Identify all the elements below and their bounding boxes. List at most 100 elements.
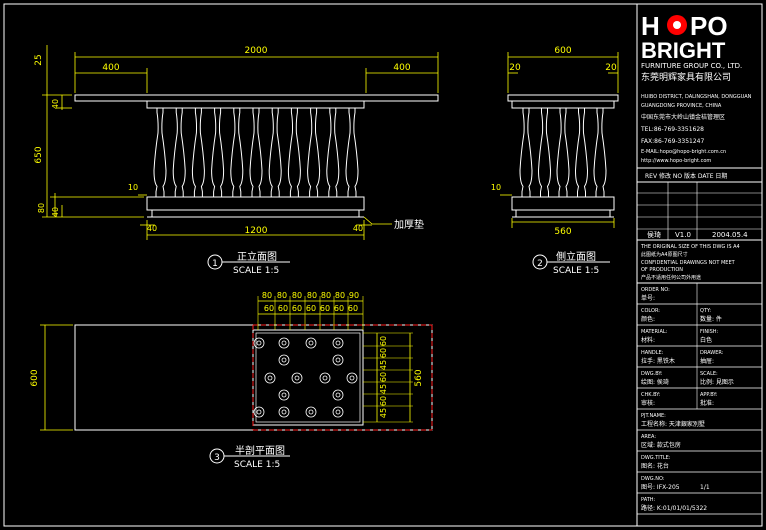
company-info-6: http://www.hopo-bright.com: [641, 158, 711, 164]
title-field-right-en: QTY:: [700, 308, 711, 314]
revision-header: REV 修改 NO 版本 DATE 日期: [645, 172, 727, 180]
dim-plan-right-0: 60: [379, 336, 388, 346]
title-field-en: HANDLE:: [641, 350, 664, 356]
logo-cn-name: 东莞明辉家具有限公司: [641, 71, 731, 83]
dim-side-10: 10: [491, 183, 501, 192]
dim-front-overall: 2000: [245, 46, 268, 56]
note-3: OF PRODUCTION: [641, 267, 683, 273]
dim-plan-top-6: 90: [349, 291, 359, 300]
company-info-2: 中国东莞市大岭山镇金桔管理区: [641, 113, 725, 121]
dim-plan-top-2: 80: [292, 291, 302, 300]
dim-front-right-offset: 400: [393, 63, 410, 73]
view-label-side-number: 2: [537, 259, 543, 269]
note-0: THE ORIGINAL SIZE OF THIS DWG IS A4: [640, 244, 740, 250]
title-field-right-cn: 批准:: [700, 399, 714, 407]
title-field-cn: 单号:: [641, 294, 655, 302]
cad-drawing-canvas: 2000 400 400 25 650 40 80 40 10 1200 40 …: [0, 0, 766, 530]
title-field-right-en: APP.BY:: [700, 392, 718, 398]
dim-front-left-offset: 400: [102, 63, 119, 73]
dim-front-base: 1200: [245, 226, 268, 236]
revision-name: 侯琦: [647, 230, 661, 239]
title-field-en: AREA:: [641, 434, 656, 440]
company-info-1: GUANGDONG PROVINCE, CHINA: [641, 103, 722, 109]
dim-front-10: 10: [128, 183, 138, 192]
dim-plan-right-5: 60: [379, 396, 388, 406]
dim-plan-right-1: 60: [379, 348, 388, 358]
dim-side-base: 560: [554, 227, 571, 237]
title-field-right-en: SCALE:: [700, 371, 718, 377]
title-field-en: ORDER NO:: [641, 287, 670, 293]
revision-version: V1.0: [675, 231, 691, 239]
dim-side-overall: 600: [554, 46, 571, 56]
dim-plan-right-6: 45: [379, 408, 388, 418]
dim-plan-second-5: 60: [334, 304, 344, 313]
view-label-plan-number: 3: [214, 453, 220, 463]
company-info-3: TEL:86-769-3351628: [640, 126, 704, 133]
dim-plan-second-0: 60: [264, 304, 274, 313]
view-label-front-number: 1: [212, 259, 218, 269]
dim-front-top-left: 25: [34, 54, 44, 65]
dim-plan-top-1: 80: [277, 291, 287, 300]
dim-side-left: 20: [509, 63, 521, 73]
title-field-right-cn: 白色: [700, 336, 712, 344]
view-label-plan-title: 半剖平面图: [235, 444, 285, 457]
title-field-en: CHK.BY:: [641, 392, 661, 398]
title-field-cn: 图名: 花台: [641, 462, 669, 470]
dim-front-top-40: 40: [51, 99, 60, 109]
dim-plan-second-2: 60: [292, 304, 302, 313]
logo-group-line: FURNITURE GROUP CO., LTD.: [641, 62, 742, 70]
dim-front-bottom-40: 40: [51, 207, 60, 217]
view-label-plan-scale: SCALE 1:5: [234, 460, 280, 470]
title-field-cn: 审核:: [641, 399, 655, 407]
dim-plan-second-1: 60: [278, 304, 288, 313]
title-field-cn: 路径: K:01/01/01/5322: [641, 504, 707, 512]
logo-line-2: BRIGHT: [641, 38, 726, 63]
title-field-en: COLOR:: [641, 308, 660, 314]
note-4: 产品不适用任何公司外用途: [641, 274, 701, 281]
logo-letter-h: H: [641, 11, 660, 41]
view-label-side-title: 側立面图: [556, 250, 596, 263]
dim-plan-second-6: 60: [348, 304, 358, 313]
title-field-cn: 材料:: [641, 336, 655, 344]
title-field-cn: 拉手: 黑铁木: [641, 357, 675, 365]
dim-plan-second-3: 60: [306, 304, 316, 313]
company-info-0: HUIBO DISTRICT, DALINGSHAN, DONGGUAN: [641, 94, 752, 100]
company-info-5: E-MAIL:hopo@hopo-bright.com.cn: [641, 149, 726, 155]
view-label-side-scale: SCALE 1:5: [553, 266, 599, 276]
title-field-en: DWG.BY:: [641, 371, 663, 377]
dim-plan-second-4: 60: [320, 304, 330, 313]
note-1: 此图纸为A4原图尺寸: [641, 251, 688, 258]
title-field-en: DWG.NO:: [641, 476, 665, 482]
title-field-right-cn: 数量: 件: [700, 315, 722, 323]
note-2: CONFIDENTIAL DRAWINGS NOT MEET: [641, 260, 736, 266]
dim-side-right: 20: [605, 63, 617, 73]
title-field-right-cn: 1/1: [700, 484, 710, 491]
logo-letters-po: PO: [690, 11, 728, 41]
dim-plan-top-4: 80: [321, 291, 331, 300]
dim-plan-right-4: 45: [379, 384, 388, 394]
title-field-right-en: DRAWER:: [700, 350, 724, 356]
dim-front-bottom-80: 80: [37, 203, 46, 213]
dim-plan-inner: 560: [414, 369, 424, 386]
front-callout-label: 加厚垫: [394, 218, 424, 231]
view-label-front-scale: SCALE 1:5: [233, 266, 279, 276]
dim-front-base-right: 40: [353, 224, 363, 233]
title-field-en: MATERIAL:: [641, 329, 668, 335]
dim-plan-depth: 600: [30, 369, 40, 386]
title-field-cn: 绘图: 侯琦: [641, 378, 669, 386]
title-field-en: PATH:: [641, 497, 656, 503]
dim-plan-right-2: 45: [379, 360, 388, 370]
dim-plan-top-5: 80: [335, 291, 345, 300]
title-field-cn: 颜色:: [641, 315, 655, 323]
title-field-cn: 图号: IFX-205: [641, 484, 680, 491]
logo-dot-highlight: [673, 21, 681, 29]
title-field-right-cn: 比例: 見图示: [700, 378, 734, 386]
company-info-4: FAX:86-769-3351247: [641, 138, 704, 145]
dim-plan-right-3: 60: [379, 372, 388, 382]
dim-front-base-left: 40: [147, 224, 157, 233]
title-field-right-en: FINISH:: [700, 329, 718, 335]
title-field-cn: 工程名称: 天津銀家別墅: [641, 420, 705, 428]
title-field-cn: 区域: 款式包房: [641, 441, 681, 449]
title-field-right-cn: 抽屉:: [700, 357, 714, 365]
title-field-en: DWG.TITLE:: [641, 455, 671, 461]
